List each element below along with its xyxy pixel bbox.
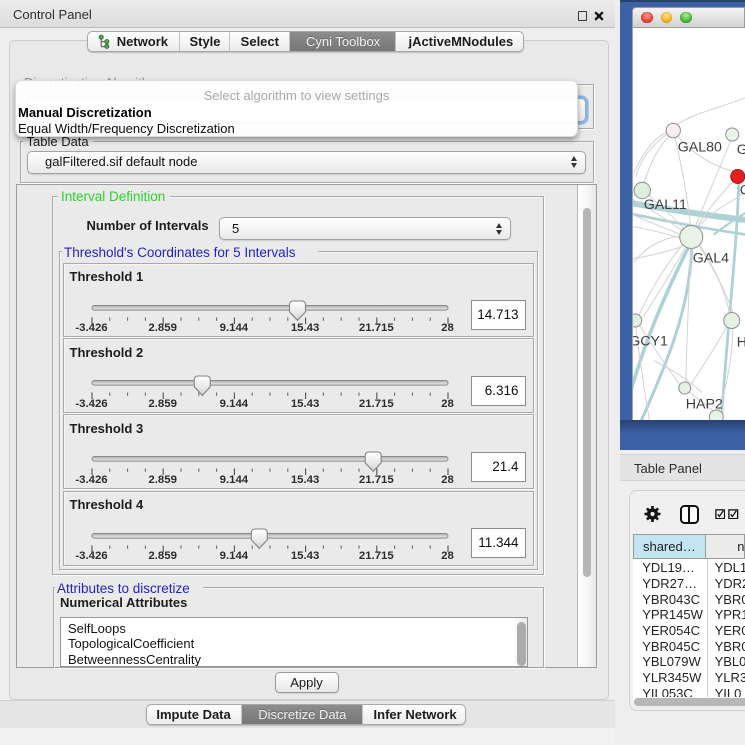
- svg-text:GAL4: GAL4: [693, 250, 729, 266]
- svg-text:C: C: [740, 182, 745, 198]
- svg-text:GAL80: GAL80: [678, 139, 722, 155]
- svg-text:HAP2: HAP2: [686, 396, 723, 412]
- svg-text:G: G: [737, 142, 745, 158]
- svg-text:GAL11: GAL11: [644, 197, 687, 213]
- svg-text:H: H: [737, 334, 745, 350]
- svg-text:GCY1: GCY1: [633, 333, 668, 349]
